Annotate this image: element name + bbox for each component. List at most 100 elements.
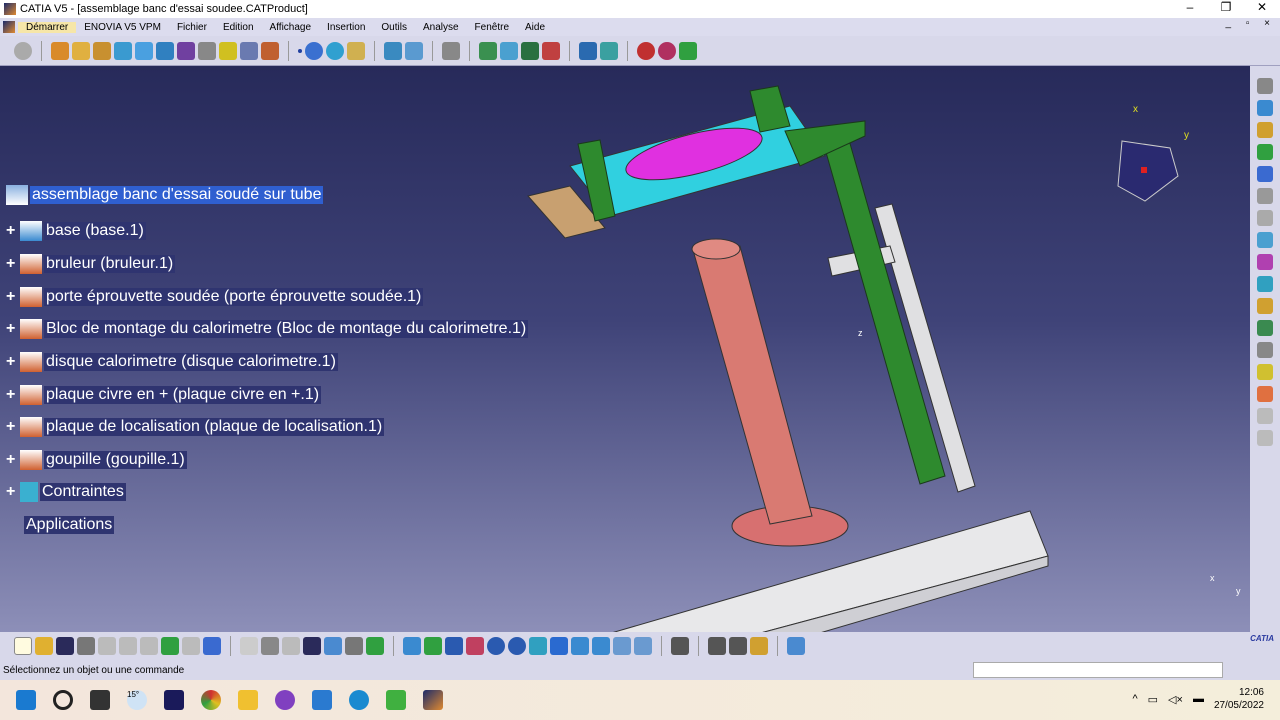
parameters-icon[interactable] xyxy=(366,637,384,655)
task-view-icon[interactable] xyxy=(90,690,110,710)
component-icon[interactable] xyxy=(51,41,69,60)
spline-icon[interactable] xyxy=(305,41,323,60)
existing-component-icon[interactable] xyxy=(114,41,132,60)
tree-item-label[interactable]: plaque de localisation (plaque de locali… xyxy=(44,418,385,436)
product-icon[interactable] xyxy=(72,41,90,60)
expand-icon[interactable]: + xyxy=(6,451,18,469)
existing-positioning-icon[interactable] xyxy=(135,41,153,60)
green-column[interactable] xyxy=(819,125,946,485)
file-explorer-icon[interactable] xyxy=(238,690,258,710)
expand-icon[interactable]: + xyxy=(6,353,18,371)
explode-icon[interactable] xyxy=(479,41,497,60)
tree-icon[interactable] xyxy=(324,637,342,655)
assembly-3d-model[interactable]: x y x y z xyxy=(0,66,1250,697)
formula-icon[interactable] xyxy=(240,637,258,655)
tree-item-label[interactable]: base (base.1) xyxy=(44,222,146,240)
chevron-up-icon[interactable]: ^ xyxy=(1132,693,1137,705)
chrome-icon[interactable] xyxy=(201,690,221,710)
flexible-icon[interactable] xyxy=(1257,254,1273,270)
annotation-icon[interactable] xyxy=(1257,364,1273,380)
graph-tree-icon[interactable] xyxy=(177,41,195,60)
settings-icon[interactable] xyxy=(1257,78,1273,94)
clash-icon[interactable] xyxy=(500,41,518,60)
tree-item[interactable]: + bruleur (bruleur.1) xyxy=(6,253,176,275)
undo-icon[interactable] xyxy=(161,637,179,655)
align-icon[interactable] xyxy=(708,637,726,655)
selective-load-icon[interactable] xyxy=(219,41,237,60)
clock[interactable]: 12:06 27/05/2022 xyxy=(1214,686,1264,712)
tree-root[interactable]: assemblage banc d'essai soudé sur tube xyxy=(6,184,324,206)
spreadsheet-icon[interactable] xyxy=(386,690,406,710)
new-icon[interactable] xyxy=(14,637,32,655)
snap-icon[interactable] xyxy=(579,41,597,60)
fix-together-icon[interactable] xyxy=(1257,210,1273,226)
expand-icon[interactable]: + xyxy=(6,222,18,240)
browser-icon[interactable] xyxy=(275,690,295,710)
redo-icon[interactable] xyxy=(182,637,200,655)
tree-item-label[interactable]: porte éprouvette soudée (porte éprouvett… xyxy=(44,288,424,306)
weld-icon[interactable] xyxy=(1257,430,1273,446)
tree-constraints-label[interactable]: Contraintes xyxy=(40,483,126,501)
paste-icon[interactable] xyxy=(140,637,158,655)
shading-icon[interactable] xyxy=(592,637,610,655)
zoom-out-icon[interactable] xyxy=(508,637,526,655)
normal-view-icon[interactable] xyxy=(529,637,547,655)
tree-item[interactable]: + plaque civre en + (plaque civre en +.1) xyxy=(6,384,322,406)
generate-numbering-icon[interactable] xyxy=(198,41,216,60)
start-icon[interactable] xyxy=(16,690,36,710)
update-icon[interactable] xyxy=(14,41,32,60)
angle-icon[interactable] xyxy=(1257,188,1273,204)
expand-icon[interactable]: + xyxy=(6,320,18,338)
pan-icon[interactable] xyxy=(445,637,463,655)
catalog-icon[interactable] xyxy=(405,41,423,60)
select-icon[interactable] xyxy=(442,41,460,60)
menu-analyse[interactable]: Analyse xyxy=(415,22,467,33)
multi-view-icon[interactable] xyxy=(550,637,568,655)
measure-between-icon[interactable] xyxy=(671,637,689,655)
change-constraint-icon[interactable] xyxy=(1257,276,1273,292)
menu-affichage[interactable]: Affichage xyxy=(262,22,320,33)
menu-edition[interactable]: Edition xyxy=(215,22,262,33)
tree-item[interactable]: + porte éprouvette soudée (porte éprouvet… xyxy=(6,286,424,308)
menu-fenetre[interactable]: Fenêtre xyxy=(467,22,517,33)
3d-compass-icon[interactable] xyxy=(787,637,805,655)
light-icon[interactable] xyxy=(282,637,300,655)
tree-item[interactable]: + goupille (goupille.1) xyxy=(6,449,187,471)
fix-icon[interactable] xyxy=(1257,100,1273,116)
expand-icon[interactable]: + xyxy=(6,255,18,273)
replace-component-icon[interactable] xyxy=(156,41,174,60)
weather-icon[interactable]: 15° xyxy=(127,690,147,710)
views-icon[interactable] xyxy=(1257,408,1273,424)
scenes-icon[interactable] xyxy=(637,41,655,60)
quick-constraint-icon[interactable] xyxy=(1257,232,1273,248)
catia-task-icon[interactable] xyxy=(423,690,443,710)
surface-icon[interactable] xyxy=(326,41,344,60)
minimize-button[interactable]: – xyxy=(1172,0,1208,14)
distance-icon[interactable] xyxy=(542,41,560,60)
volume-muted-icon[interactable]: ◁× xyxy=(1168,693,1183,706)
swap-icon[interactable] xyxy=(634,637,652,655)
reuse-pattern-icon[interactable] xyxy=(1257,298,1273,314)
save-icon[interactable] xyxy=(56,637,74,655)
manipulate-icon[interactable] xyxy=(600,41,618,60)
tree-item[interactable]: + plaque de localisation (plaque de local… xyxy=(6,416,385,438)
compass-icon[interactable] xyxy=(1117,140,1179,202)
sectioning-icon[interactable] xyxy=(521,41,539,60)
eraser-icon[interactable] xyxy=(347,41,365,60)
open-icon[interactable] xyxy=(35,637,53,655)
offset-icon[interactable] xyxy=(1257,166,1273,182)
tree-item[interactable]: + base (base.1) xyxy=(6,220,146,242)
restore-button[interactable]: ❐ xyxy=(1208,0,1244,14)
grid-icon[interactable] xyxy=(1257,386,1273,402)
print-icon[interactable] xyxy=(77,637,95,655)
menu-insertion[interactable]: Insertion xyxy=(319,22,373,33)
copy-icon[interactable] xyxy=(119,637,137,655)
zoom-in-icon[interactable] xyxy=(487,637,505,655)
help-icon[interactable] xyxy=(203,637,221,655)
command-input[interactable] xyxy=(973,662,1223,678)
expand-icon[interactable]: + xyxy=(6,386,18,404)
knowledge-icon[interactable] xyxy=(261,637,279,655)
menu-fichier[interactable]: Fichier xyxy=(169,22,215,33)
edge-icon[interactable] xyxy=(349,690,369,710)
premiere-icon[interactable] xyxy=(164,690,184,710)
